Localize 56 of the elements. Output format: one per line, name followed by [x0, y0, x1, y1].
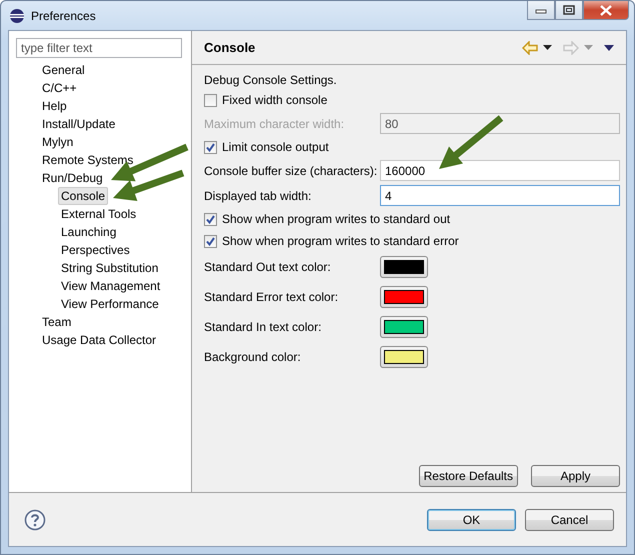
tree-item[interactable]: C/C++ — [39, 79, 80, 97]
close-icon — [600, 4, 612, 16]
tree-item[interactable]: View Performance — [58, 295, 162, 313]
color-button[interactable] — [380, 256, 428, 278]
tree-item[interactable]: Run/Debug — [39, 169, 106, 187]
tree-item[interactable]: String Substitution — [58, 259, 162, 277]
color-button[interactable] — [380, 316, 428, 338]
checkbox[interactable] — [204, 234, 217, 248]
view-menu-icon[interactable] — [604, 44, 614, 50]
filter-field[interactable]: type filter text — [16, 38, 182, 58]
maximize-icon — [563, 5, 575, 15]
checkbox[interactable] — [204, 140, 217, 154]
tree-item[interactable]: Install/Update — [39, 115, 118, 133]
color-button[interactable] — [380, 286, 428, 308]
tree-item[interactable]: View Management — [58, 277, 164, 295]
field-label: Maximum character width: — [204, 116, 346, 130]
checkbox[interactable] — [204, 94, 217, 106]
checkbox-label: Fixed width console — [222, 93, 328, 107]
tree-item[interactable]: Mylyn — [39, 133, 76, 151]
color-label: Standard Out text color: — [204, 260, 332, 274]
tree-item[interactable]: External Tools — [58, 205, 140, 223]
tree-item[interactable]: Launching — [58, 223, 120, 241]
tree-item[interactable]: Help — [39, 97, 70, 115]
page-title: Console — [204, 40, 256, 55]
field-label: Displayed tab width: — [204, 188, 312, 202]
cancel-button[interactable]: Cancel — [525, 508, 614, 530]
input-field[interactable]: 4 — [380, 185, 620, 206]
tree-item[interactable]: General — [39, 61, 88, 79]
tree-item[interactable]: Console — [58, 187, 108, 205]
color-label: Standard Error text color: — [204, 290, 340, 304]
help-icon[interactable] — [24, 508, 46, 530]
maximize-button[interactable] — [555, 1, 583, 20]
ok-button[interactable]: OK — [427, 508, 516, 530]
input-field[interactable]: 160000 — [380, 160, 620, 181]
pointer-arrow — [113, 170, 184, 201]
tree-item[interactable]: Team — [39, 313, 74, 331]
field-label: Console buffer size (characters): — [204, 164, 378, 178]
apply-button[interactable]: Apply — [531, 465, 620, 487]
tree-item[interactable]: Usage Data Collector — [39, 331, 160, 349]
tree-item[interactable]: Perspectives — [58, 241, 133, 259]
tree-item[interactable]: Remote Systems — [39, 151, 136, 169]
caret-icon[interactable] — [543, 45, 552, 50]
pointer-arrow — [439, 115, 504, 169]
checkbox[interactable] — [204, 212, 217, 226]
color-label: Background color: — [204, 350, 302, 364]
close-button[interactable] — [583, 1, 629, 20]
checkbox-label: Show when program writes to standard error — [222, 234, 459, 248]
checkbox-label: Limit console output — [222, 140, 329, 154]
description-text: Debug Console Settings. — [204, 72, 338, 89]
window-title: Preferences — [31, 8, 96, 22]
restore-defaults-button[interactable]: Restore Defaults — [418, 465, 518, 487]
checkbox-label: Show when program writes to standard out — [222, 212, 450, 226]
minimize-button[interactable] — [527, 1, 555, 20]
color-label: Standard In text color: — [204, 320, 322, 334]
color-button[interactable] — [380, 346, 428, 368]
app-icon — [9, 8, 25, 24]
